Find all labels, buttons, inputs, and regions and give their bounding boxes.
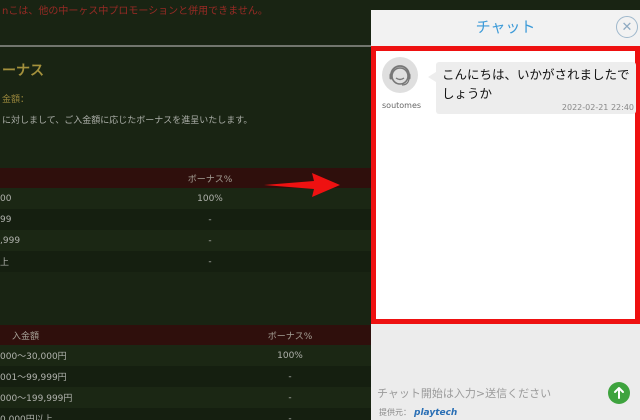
chat-panel: チャット ✕ soutomes こんにちは、いかがされましたでしょうか 2022… [371, 10, 640, 420]
red-arrow-icon [264, 173, 340, 197]
chat-input-area: 提供元：playtech [371, 376, 640, 420]
close-icon: ✕ [621, 19, 633, 35]
chat-input[interactable] [377, 382, 601, 404]
playtech-logo: playtech [414, 408, 458, 418]
message-text: こんにちは、いかがされましたでしょうか [442, 67, 630, 101]
chat-title: チャット [475, 18, 536, 36]
sender-name: soutomes [382, 101, 422, 110]
message-bubble: こんにちは、いかがされましたでしょうか 2022-02-21 22:40 [428, 62, 636, 114]
chat-header: チャット ✕ [371, 10, 640, 46]
close-button[interactable]: ✕ [616, 16, 638, 38]
provider-info: 提供元： playtech [379, 407, 457, 418]
up-arrow-icon [614, 387, 624, 399]
message-timestamp: 2022-02-21 22:40 [561, 103, 634, 112]
send-button[interactable] [608, 382, 630, 404]
headset-agent-icon [382, 57, 418, 93]
provider-label: 提供元： [379, 408, 411, 417]
chat-messages[interactable]: soutomes こんにちは、いかがされましたでしょうか 2022-02-21 … [371, 46, 640, 324]
